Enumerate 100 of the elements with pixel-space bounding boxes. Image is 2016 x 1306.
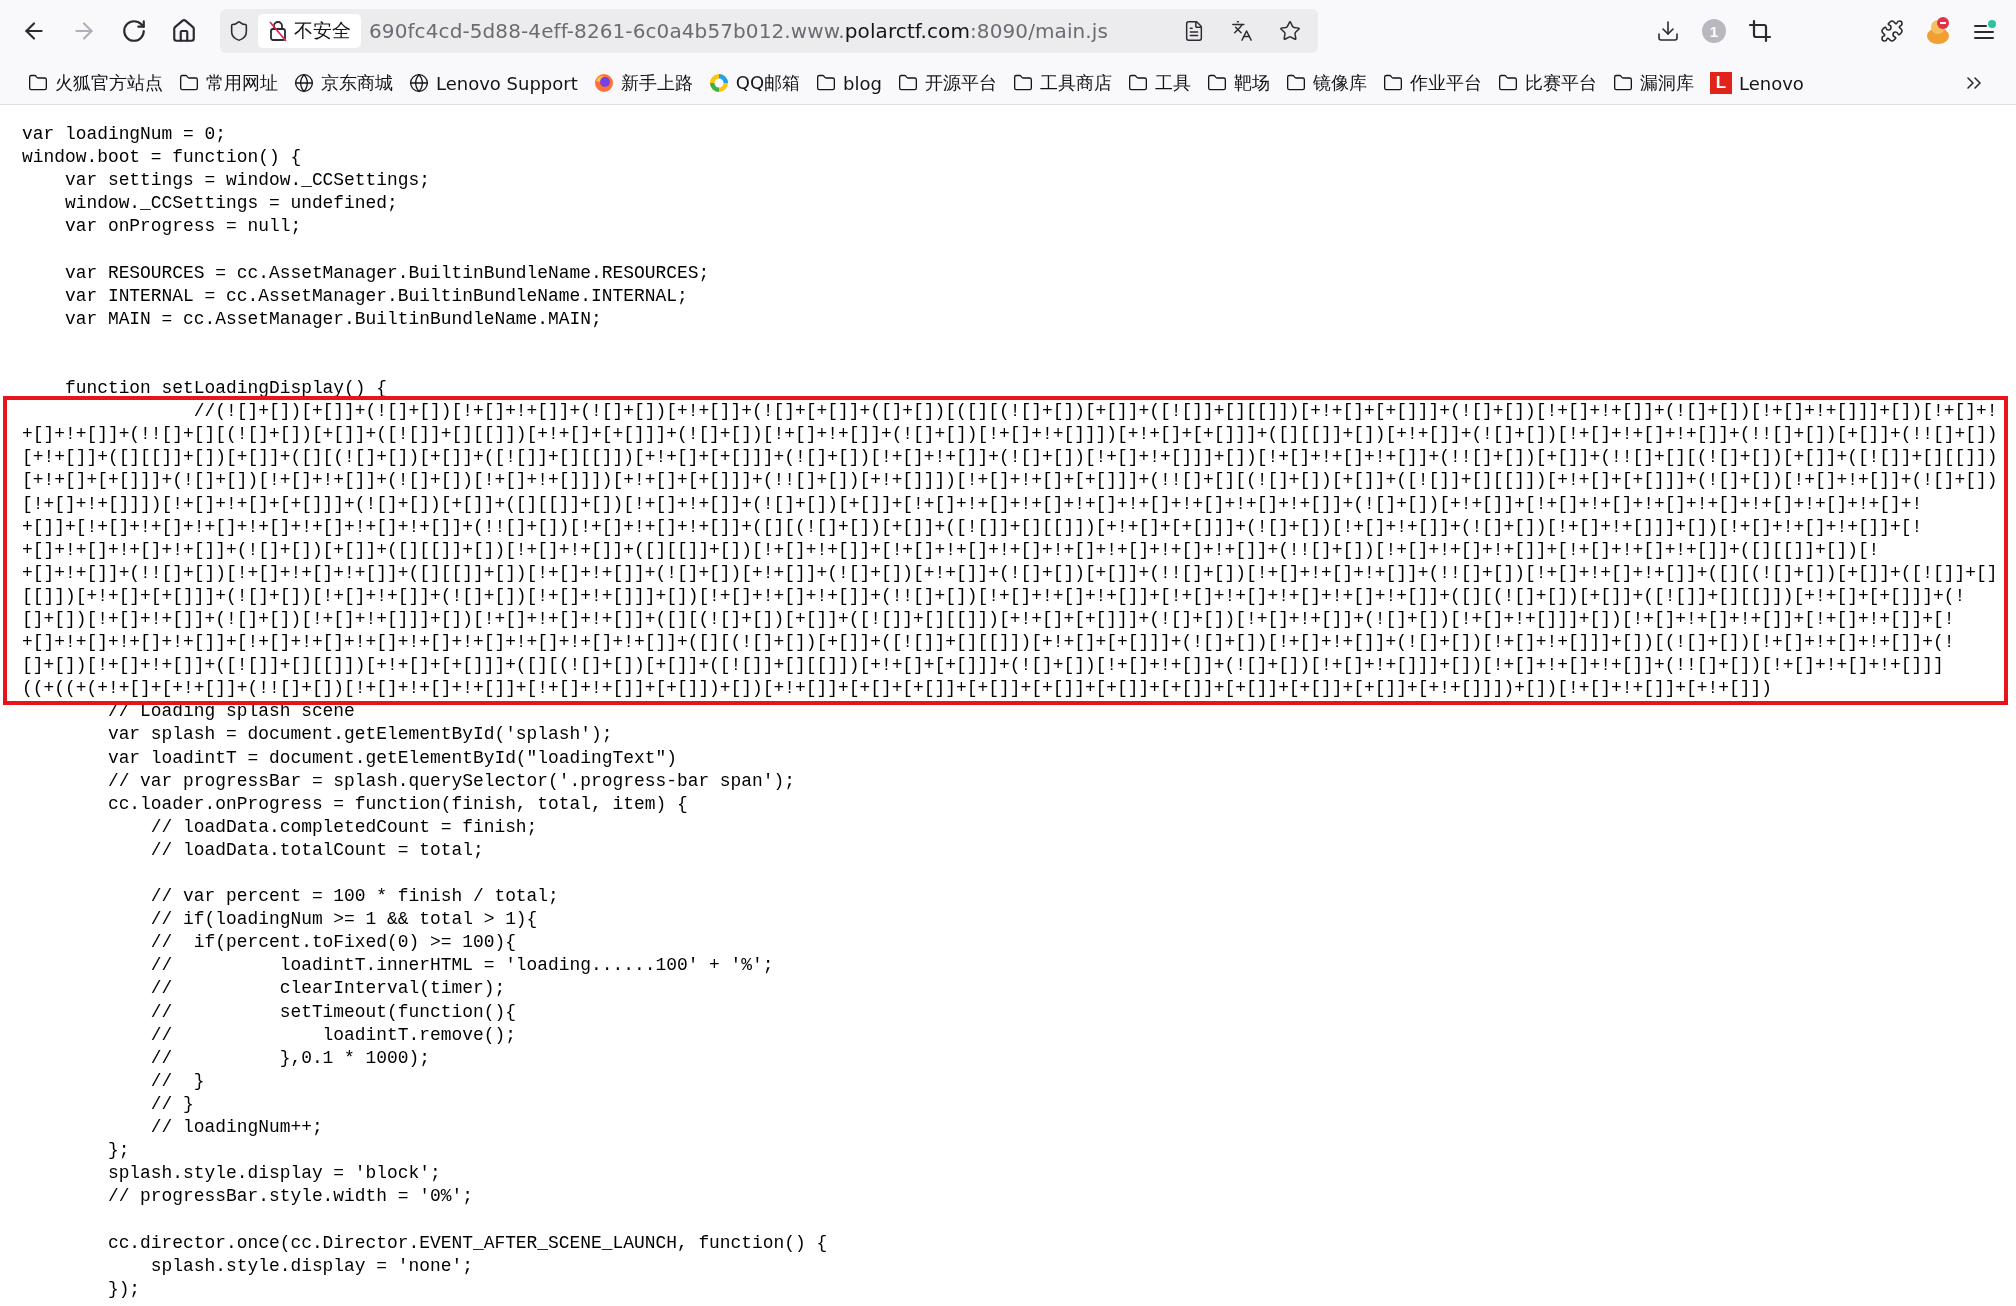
code-line: +[]+!+[]]+(!![]+[])[!+[]+!+[]+!+[]]+([][[]]+[])[!+[]+!+[]]+(![]+[])[+!+[]]+(![]+[])[+!+[]]+(![]+[])[+[]]+(!![]+[])[!+[]+!+[]+!+[]]+(!![]+[])[!+[]+!+[]+!+[]]+([][(![]+[])[+[]]+([![]]+[]: [22, 561, 1999, 585]
code-line: // if(percent.toFixed(0) >= 100){: [149, 931, 517, 955]
reload-icon: [121, 18, 147, 44]
code-line: // clearInterval(timer);: [149, 977, 507, 1001]
code-line: // setTimeout(function(){: [149, 1000, 517, 1024]
star-icon: [1279, 20, 1301, 42]
folder-icon: [28, 73, 48, 93]
bookmark-label: 靶场: [1233, 71, 1270, 95]
code-line: // var progressBar = splash.querySelector('.progress-bar span');: [106, 769, 796, 793]
bookmark-item[interactable]: 作业平台: [1376, 68, 1488, 98]
folder-icon: [1612, 73, 1633, 93]
shield-icon: [228, 20, 250, 42]
code-line: // progressBar.style.width = '0%';: [106, 1185, 474, 1209]
bookmark-item[interactable]: 比赛平台: [1491, 68, 1603, 98]
bookmark-item[interactable]: 开源平台: [891, 68, 1003, 98]
code-line: +[]+!+[]+!+[]+!+[]]+(![]+[])[+[]]+([][[]]+[])[!+[]+!+[]]+([][[]]+[])[!+[]+!+[]]+[!+[]+!+[]+!+[]+!+[]+!+[]+!+[]+!+[]]+(!![]+[])[!+[]+!+[]+!+[]]+[!+[]+!+[]+!+[]]+([][[]]+[])[!: [22, 538, 1881, 562]
folder-icon: [1285, 73, 1306, 93]
page-icon: [1183, 20, 1205, 42]
bookmark-label: 常用网址: [206, 71, 278, 95]
bookmark-label: 作业平台: [1409, 71, 1482, 95]
bookmark-label: 火狐官方站点: [55, 71, 163, 95]
code-line: cc.loader.onProgress = function(finish, total, item) {: [106, 792, 689, 816]
code-line: splash.style.display = 'none';: [149, 1254, 474, 1278]
code-line: window.boot = function() {: [22, 146, 303, 170]
code-line: var onProgress = null;: [63, 215, 303, 239]
bookmark-item[interactable]: 工具商店: [1006, 68, 1118, 98]
code-line: };: [106, 1139, 131, 1163]
code-line: var INTERNAL = cc.AssetManager.BuiltinBundleName.INTERNAL;: [63, 284, 689, 308]
crop-icon: [1748, 19, 1772, 43]
folder-icon: [816, 73, 837, 93]
bookmark-item[interactable]: 工具: [1121, 68, 1197, 98]
lock-slash-icon: [268, 20, 288, 42]
bookmark-item[interactable]: 京东商城: [288, 68, 399, 98]
bookmark-label: 镜像库: [1312, 71, 1367, 95]
globe-icon: [409, 73, 429, 93]
code-line: // loadingNum++;: [149, 1116, 324, 1140]
folder-icon: [1497, 73, 1518, 93]
code-line: var settings = window._CCSettings;: [63, 169, 431, 193]
bookmark-item[interactable]: 漏洞库: [1606, 68, 1700, 98]
code-line: // loadData.completedCount = finish;: [149, 815, 539, 839]
bookmark-label: Lenovo: [1738, 72, 1804, 94]
bookmark-item[interactable]: Lenovo Support: [403, 69, 584, 97]
bookmark-label: QQ邮箱: [735, 71, 801, 95]
code-line: +[]]+[!+[]+!+[]+!+[]+!+[]+!+[]+!+[]+!+[]]+(!![]+[])[!+[]+!+[]+!+[]]+([][(![]+[])[+[]]+([![]]+[][[]])[+!+[]+[+[]]]+(![]+[])[!+[]+!+[]]+(![]+[])[!+[]+!+[]]]+[])[!+[]+!+[]+!+[]]+[!: [22, 515, 1924, 539]
code-line: //(![]+[])[+[]]+(![]+[])[!+[]+!+[]]+(![]+[])[+!+[]]+(![]+[+[]]+([]+[])[([][(![]+[])[+[]]+([![]]+[][[]])[+!+[]+[+[]]]+(![]+[])[!+[]+!+[]]+(![]+[])[!+[]+!+[]]]+[])[!+[]+!: [192, 400, 1999, 424]
code-line: // }: [149, 1092, 195, 1116]
address-bar[interactable]: 不安全 690fc4cd-5d88-4eff-8261-6c0a4b57b012.www.polarctf.com:8090/main.js: [220, 9, 1318, 53]
bookmark-label: 开源平台: [924, 71, 997, 95]
folder-icon: [1012, 73, 1033, 93]
bookmark-label: Lenovo Support: [436, 72, 578, 94]
code-line: [+!+[]]+([][[]]+[])[+[]]+([][(![]+[])[+[]]+([![]]+[][[]])[+!+[]+[+[]]]+(![]+[])[!+[]+!+[]]+(![]+[])[!+[]+!+[]]]+[])[!+[]+!+[]+!+[]]+(!![]+[])[+[]]+(!![]+[][(![]+[])[+[]]+([![]]+[][[]]): [22, 446, 1999, 470]
puzzle-icon: [1880, 19, 1904, 43]
code-line: // loadData.totalCount = total;: [149, 838, 485, 862]
bookmark-label: 新手上路: [620, 71, 693, 95]
code-line: +[]+!+[]]+(!![]+[][(![]+[])[+[]]+([![]]+[][[]])[+!+[]+[+[]]]+(![]+[])[!+[]+!+[]]+(![]+[])[!+[]+!+[]]])[+!+[]+[+[]]]+([][[]]+[])[+!+[]]+(![]+[])[!+[]+!+[]+!+[]]+(!![]+[])[+[]]+(!![]+[]): [22, 423, 1999, 447]
count-badge: 1: [1702, 19, 1726, 43]
folder-icon: [179, 73, 199, 93]
bookmark-item[interactable]: L Lenovo: [1703, 69, 1810, 97]
bookmark-item[interactable]: 镜像库: [1279, 68, 1373, 98]
code-line: splash.style.display = 'block';: [106, 1162, 442, 1186]
code-line: [[]])[+!+[]+[+[]]]+(![]+[])[!+[]+!+[]]+(![]+[])[!+[]+!+[]]]+[])[!+[]+!+[]+!+[]]+(!![]+[])[!+[]+!+[]+!+[]]+[!+[]+!+[]+!+[]+!+[]+!+[]]+([][(![]+[])[+[]]+([![]]+[][[]])[+!+[]+[+[]]]+(!: [22, 584, 1967, 608]
bookmark-item[interactable]: 火狐官方站点: [22, 68, 169, 98]
folder-icon: [897, 73, 918, 93]
folder-icon: [1127, 73, 1148, 93]
code-line: var loadingNum = 0;: [22, 123, 227, 146]
bookmark-item[interactable]: 常用网址: [173, 68, 284, 98]
code-line: []+[])[!+[]+!+[]]+(![]+[])[!+[]+!+[]]]+[])[!+[]+!+[]+!+[]]+([][(![]+[])[+[]]+([![]]+[][[]])[+!+[]+[+[]]]+(![]+[])[!+[]+!+[]]+(![]+[])[!+[]+!+[]]]+[])[!+[]+!+[]+!+[]]+[!+[]+!+[]]+[!: [22, 607, 1956, 631]
code-line: // var percent = 100 * finish / total;: [149, 885, 560, 909]
browser-logo-icon: [593, 73, 614, 93]
code-line: // if(loadingNum >= 1 && total > 1){: [149, 908, 539, 932]
url-text: 690fc4cd-5d88-4eff-8261-6c0a4b57b012.www.polarctf.com:8090/main.js: [369, 19, 1109, 43]
code-line: // loadintT.remove();: [149, 1023, 517, 1047]
code-line: });: [106, 1277, 142, 1301]
security-indicator[interactable]: 不安全: [258, 14, 361, 48]
code-line: var splash = document.getElementById('splash');: [106, 723, 614, 747]
folder-icon: [1206, 73, 1227, 93]
code-line: // },0.1 * 1000);: [149, 1046, 431, 1070]
bookmark-label: 工具: [1154, 71, 1191, 95]
translate-icon: [1231, 20, 1253, 42]
code-line: ((+((+(+!+[]+[+!+[]]+(!![]+[])[!+[]+!+[]+!+[]]+[!+[]+!+[]]+[+[]])+[])[+!+[]]+[+[]+[+[]]+[+[]]+[+[]]+[+[]]+[+[]]+[+[]]+[+[]]+[+[]]+[+!+[]]])+[])[!+[]+!+[]]+[+!+[]]): [22, 677, 1773, 701]
bookmark-label: blog: [843, 72, 882, 94]
bookmark-item[interactable]: 新手上路: [587, 68, 699, 98]
bookmark-item[interactable]: blog: [810, 69, 888, 97]
folder-icon: [1382, 73, 1403, 93]
mail-logo-icon: [708, 73, 729, 93]
bookmark-label: 工具商店: [1039, 71, 1112, 95]
code-line: // }: [149, 1069, 206, 1093]
bookmark-item[interactable]: QQ邮箱: [702, 68, 807, 98]
code-line: cc.director.once(cc.Director.EVENT_AFTER_SCENE_LAUNCH, function() {: [106, 1231, 829, 1255]
code-line: var loadintT = document.getElementById("loadingText"): [106, 746, 678, 770]
code-line: window._CCSettings = undefined;: [63, 192, 399, 216]
bookmark-label: 京东商城: [321, 71, 393, 95]
bookmark-item[interactable]: 靶场: [1200, 68, 1276, 98]
code-line: []+[])[!+[]+!+[]]+([![]]+[][[]])[+!+[]+[+[]]]+([][(![]+[])[+[]]+([![]]+[][[]])[+!+[]+[+[]]]+(![]+[])[!+[]+!+[]]+(![]+[])[!+[]+!+[]]]+[])[!+[]+!+[]+!+[]]+(!![]+[])[!+[]+!+[]+!+[]]]: [22, 654, 1945, 678]
code-line: [!+[]+!+[]]])[!+[]+!+[]+[+[]]]+(![]+[])[+[]]+([][[]]+[])[!+[]+!+[]]+(![]+[])[+[]]+[!+[]+!+[]+!+[]+!+[]+!+[]+!+[]+!+[]+!+[]]+(![]+[])[+!+[]]+[!+[]+!+[]+!+[]+!+[]+!+[]+!+[]+!+[]+!: [22, 492, 1924, 516]
code-line: [+!+[]+[+[]]]+(![]+[])[!+[]+!+[]]+(![]+[])[!+[]+!+[]]])[+!+[]+[+[]]]+(!![]+[])[+!+[]]])[!+[]+!+[]+[+[]]]+(!![]+[][(![]+[])[+[]]+([![]]+[][[]])[+!+[]+[+[]]]+(![]+[])[!+[]+!+[]]+(![]+[]): [22, 469, 1999, 493]
code-line: // loadintT.innerHTML = 'loading......100' + '%';: [149, 954, 775, 978]
globe-icon: [294, 73, 314, 93]
code-line: var MAIN = cc.AssetManager.BuiltinBundleName.MAIN;: [63, 307, 603, 331]
code-line: var RESOURCES = cc.AssetManager.BuiltinBundleName.RESOURCES;: [63, 261, 711, 285]
